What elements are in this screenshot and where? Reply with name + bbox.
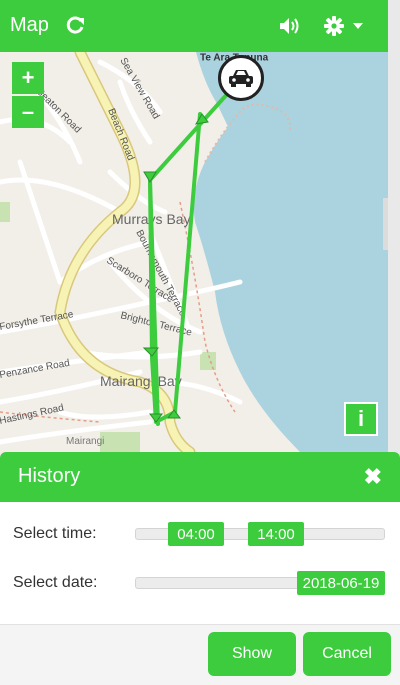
- map-view[interactable]: Murrays Bay Mairangi Bay Beach Road Scar…: [0, 52, 388, 452]
- zoom-in-button[interactable]: +: [12, 62, 44, 94]
- page-title: Map: [10, 14, 49, 36]
- time-end-handle[interactable]: 14:00: [248, 522, 304, 546]
- history-title: History: [18, 465, 81, 487]
- chevron-down-icon: [353, 23, 363, 29]
- map-label-penzance-road: Penzance Road: [0, 358, 71, 381]
- cancel-button[interactable]: Cancel: [303, 632, 391, 676]
- vehicle-marker[interactable]: [218, 55, 264, 101]
- select-date-label: Select date:: [13, 574, 98, 591]
- map-label-hastings-road: Hastings Road: [0, 403, 65, 427]
- date-handle[interactable]: 2018-06-19: [297, 571, 385, 595]
- close-icon[interactable]: ✖: [364, 464, 382, 490]
- zoom-out-button[interactable]: –: [12, 96, 44, 128]
- refresh-icon[interactable]: [62, 14, 88, 38]
- show-button[interactable]: Show: [208, 632, 296, 676]
- time-start-handle[interactable]: 04:00: [168, 522, 224, 546]
- info-button[interactable]: i: [344, 402, 378, 436]
- settings-dropdown[interactable]: [322, 14, 366, 38]
- select-time-label: Select time:: [13, 525, 97, 542]
- app-header: Map: [0, 0, 388, 52]
- gear-icon: [324, 16, 344, 36]
- map-label-mairangi: Mairangi: [66, 436, 104, 447]
- speaker-icon[interactable]: [276, 14, 302, 38]
- map-label-mairangi-bay: Mairangi Bay: [100, 373, 182, 389]
- car-icon: [229, 70, 253, 87]
- history-panel-header: History ✖: [0, 452, 400, 502]
